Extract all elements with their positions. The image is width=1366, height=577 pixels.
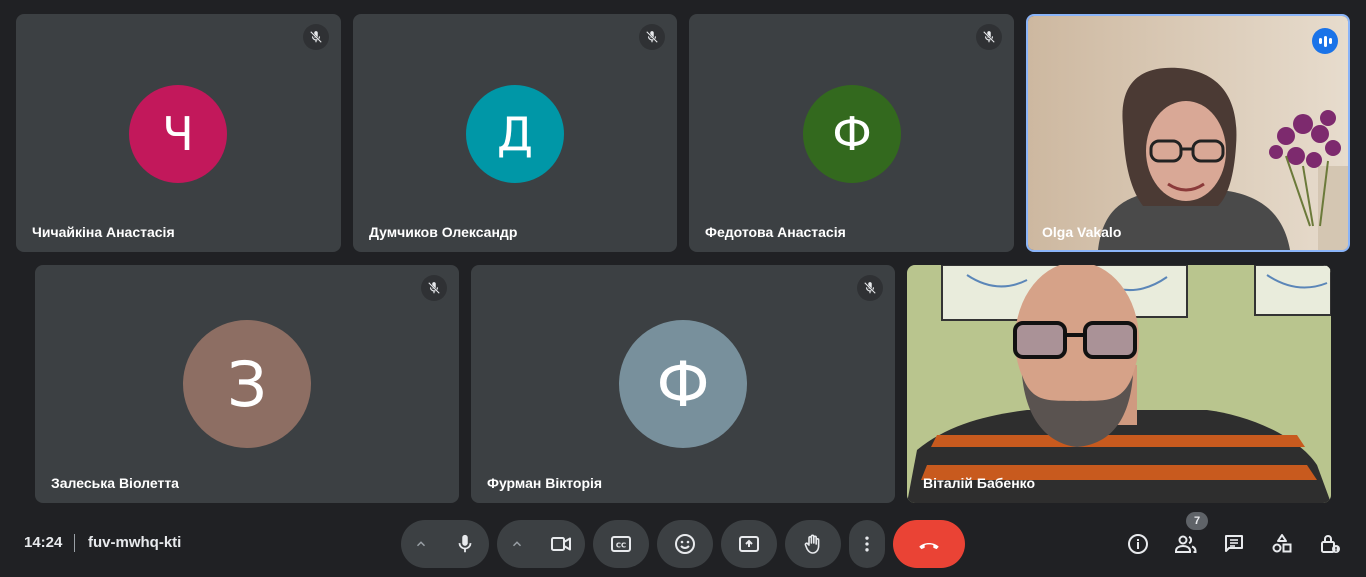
activities-icon bbox=[1272, 534, 1292, 553]
bottom-control-bar: 14:24 fuv-mwhq-kti CC 7 bbox=[0, 512, 1366, 577]
closed-captions-icon: CC bbox=[611, 536, 631, 552]
more-options-button[interactable] bbox=[849, 520, 885, 568]
people-icon bbox=[1175, 535, 1197, 553]
participant-video bbox=[907, 265, 1331, 503]
participant-name: Залеська Віолетта bbox=[51, 475, 179, 491]
hang-up-icon bbox=[919, 543, 939, 550]
participant-video bbox=[1028, 16, 1348, 250]
participant-name: Думчиков Олександр bbox=[369, 224, 518, 240]
participant-count-badge: 7 bbox=[1186, 512, 1208, 530]
meeting-details-button[interactable] bbox=[1124, 530, 1152, 558]
activities-button[interactable] bbox=[1268, 530, 1296, 558]
svg-text:CC: CC bbox=[616, 542, 626, 550]
speaking-indicator-icon bbox=[1312, 28, 1338, 54]
raise-hand-button[interactable] bbox=[785, 520, 841, 568]
camera-control-group bbox=[497, 520, 585, 568]
present-screen-button[interactable] bbox=[721, 520, 777, 568]
participant-avatar: Д bbox=[466, 85, 564, 183]
avatar-initial: З bbox=[227, 347, 267, 421]
chat-icon bbox=[1225, 535, 1243, 552]
participant-video-tile[interactable]: Віталій Бабенко bbox=[907, 265, 1331, 503]
meeting-code[interactable]: fuv-mwhq-kti bbox=[88, 534, 181, 551]
avatar-initial: Ф bbox=[832, 107, 872, 161]
avatar-initial: Ф bbox=[656, 347, 710, 421]
mic-off-icon bbox=[976, 24, 1002, 50]
emoji-icon bbox=[675, 534, 695, 554]
present-screen-icon bbox=[739, 536, 759, 552]
more-vertical-icon bbox=[865, 536, 869, 552]
captions-button[interactable]: CC bbox=[593, 520, 649, 568]
meet-stage: Ч Чичайкіна Анастасія Д Думчиков Олексан… bbox=[0, 0, 1366, 577]
microphone-icon bbox=[458, 534, 472, 553]
participant-tile[interactable]: З Залеська Віолетта bbox=[35, 265, 459, 503]
participant-avatar: Ч bbox=[129, 85, 227, 183]
microphone-button[interactable] bbox=[441, 520, 489, 568]
participant-avatar: З bbox=[183, 320, 311, 448]
participant-name: Федотова Анастасія bbox=[705, 224, 846, 240]
avatar-initial: Д bbox=[497, 107, 533, 161]
raise-hand-icon bbox=[804, 534, 820, 554]
participant-tile[interactable]: Д Думчиков Олександр bbox=[353, 14, 677, 252]
participant-tile[interactable]: Ч Чичайкіна Анастасія bbox=[16, 14, 341, 252]
chat-button[interactable] bbox=[1220, 530, 1248, 558]
participant-tile[interactable]: Ф Фурман Вікторія bbox=[471, 265, 895, 503]
participant-name: Чичайкіна Анастасія bbox=[32, 224, 175, 240]
meeting-clock: 14:24 bbox=[24, 534, 63, 551]
mic-off-icon bbox=[857, 275, 883, 301]
host-controls-button[interactable] bbox=[1316, 530, 1344, 558]
mic-off-icon bbox=[421, 275, 447, 301]
participant-name: Фурман Вікторія bbox=[487, 475, 603, 491]
emoji-reactions-button[interactable] bbox=[657, 520, 713, 568]
chevron-up-icon bbox=[512, 541, 522, 547]
avatar-initial: Ч bbox=[162, 107, 194, 161]
chevron-up-icon bbox=[416, 541, 426, 547]
mic-off-icon bbox=[639, 24, 665, 50]
host-controls-icon bbox=[1321, 535, 1340, 553]
participant-video-tile[interactable]: Olga Vakalo bbox=[1026, 14, 1350, 252]
info-icon bbox=[1128, 534, 1148, 554]
participant-tile[interactable]: Ф Федотова Анастасія bbox=[689, 14, 1014, 252]
participant-avatar: Ф bbox=[619, 320, 747, 448]
leave-call-button[interactable] bbox=[893, 520, 965, 568]
people-button[interactable] bbox=[1172, 530, 1200, 558]
camera-button[interactable] bbox=[537, 520, 585, 568]
participant-name: Olga Vakalo bbox=[1042, 224, 1122, 240]
participant-avatar: Ф bbox=[803, 85, 901, 183]
mic-off-icon bbox=[303, 24, 329, 50]
camera-options-button[interactable] bbox=[497, 520, 537, 568]
mic-control-group bbox=[401, 520, 489, 568]
divider bbox=[74, 534, 75, 552]
participant-name: Віталій Бабенко bbox=[923, 475, 1036, 491]
camera-icon bbox=[551, 537, 571, 551]
mic-options-button[interactable] bbox=[401, 520, 441, 568]
